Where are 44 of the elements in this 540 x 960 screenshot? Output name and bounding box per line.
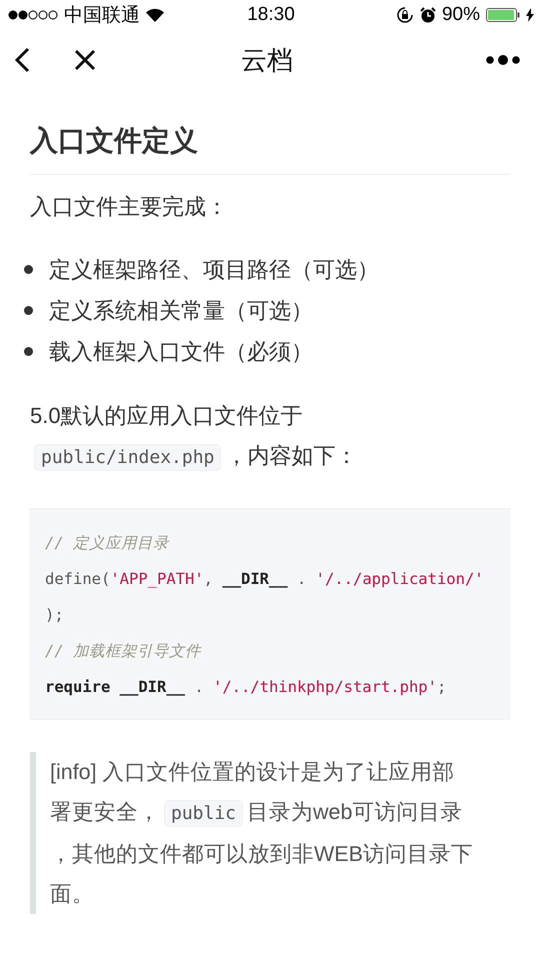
inline-code: public/index.php — [34, 444, 222, 471]
code-string: '/../application/' — [316, 570, 484, 588]
code-text: . — [193, 678, 205, 696]
carrier-name: 中国联通 — [64, 4, 140, 28]
paragraph-text: 目录为web可访问目录 — [247, 800, 462, 824]
code-text: define( — [45, 570, 110, 588]
paragraph-text: 5.0默认的应用入口文件位于 — [30, 403, 303, 428]
paragraph: 入口文件主要完成： — [30, 193, 229, 221]
clock-time: 18:30 — [247, 4, 295, 26]
inline-code: public — [164, 800, 244, 827]
code-text: ); — [45, 606, 64, 624]
paragraph-text: ，其他的文件都可以放到非WEB访问目录下 — [50, 842, 473, 866]
paragraph-text: ，内容如下： — [225, 443, 358, 468]
code-text: . — [296, 570, 308, 588]
close-icon[interactable] — [74, 49, 96, 71]
code-string: 'APP_PATH' — [110, 570, 204, 588]
bullet-dot — [24, 347, 33, 356]
bullet-dot — [24, 306, 33, 315]
battery-percent: 90% — [442, 4, 480, 26]
paragraph-text: [info] 入口文件位置的设计是为了让应用部 — [50, 760, 455, 784]
code-comment: // 加载框架引导文件 — [45, 642, 201, 660]
list-item-text: 定义系统相关常量（可选） — [49, 297, 313, 325]
battery-icon — [486, 8, 520, 22]
list-item-text: 载入框架入口文件（必须） — [49, 338, 313, 366]
charging-icon — [526, 8, 534, 22]
code-text: ; — [436, 678, 446, 696]
code-string: '/../thinkphp/start.php' — [212, 678, 437, 696]
page-title: 云档 — [240, 44, 294, 76]
rotation-lock-icon — [396, 6, 414, 24]
code-keyword: require — [45, 678, 110, 696]
list-item-text: 定义框架路径、项目路径（可选） — [49, 256, 379, 284]
paragraph-text: 面。 — [50, 882, 94, 906]
bullet-dot — [24, 265, 33, 274]
code-text: , — [204, 570, 214, 588]
code-keyword: __DIR__ — [222, 570, 288, 588]
section-heading: 入口文件定义 — [30, 110, 510, 175]
paragraph-text: 署更安全， — [50, 800, 160, 824]
back-icon[interactable] — [14, 47, 30, 73]
alarm-icon — [420, 7, 436, 23]
more-icon[interactable] — [486, 53, 520, 67]
signal-icon — [8, 9, 58, 21]
code-comment: // 定义应用目录 — [45, 534, 169, 552]
wifi-icon — [146, 8, 164, 22]
code-keyword: __DIR__ — [120, 678, 185, 696]
